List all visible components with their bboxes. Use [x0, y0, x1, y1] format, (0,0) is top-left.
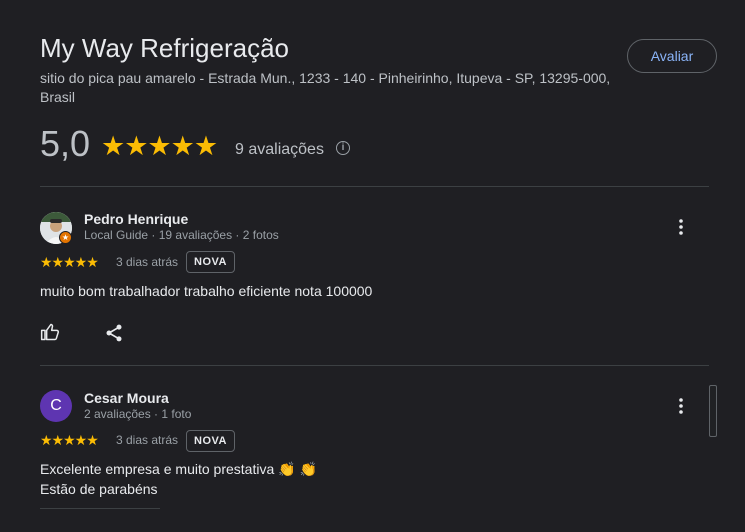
review-text: muito bom trabalhador trabalho eficiente… [40, 283, 373, 299]
reviewer-meta: 2 avaliações · 1 foto [84, 407, 192, 421]
review-date: 3 dias atrás [116, 255, 179, 269]
reviewer-name[interactable]: Cesar Moura [84, 390, 169, 406]
divider [40, 508, 160, 509]
avatar[interactable]: C [40, 390, 72, 422]
more-vert-icon [679, 398, 683, 414]
review-count-link[interactable]: 9 avaliações [235, 141, 324, 159]
new-badge: NOVA [186, 251, 235, 273]
thumb-up-icon [40, 323, 60, 341]
review-text-line: Excelente empresa e muito prestativa 👏 👏 [40, 461, 317, 477]
more-options-button[interactable] [669, 394, 693, 418]
place-address: sitio do pica pau amarelo - Estrada Mun.… [40, 70, 611, 105]
info-icon[interactable]: i [336, 141, 350, 155]
review-date: 3 dias atrás [116, 433, 179, 447]
reviewer-meta: Local Guide · 19 avaliações · 2 fotos [84, 228, 279, 242]
divider [40, 186, 709, 187]
place-title: My Way Refrigeração [40, 33, 289, 63]
rating-score: 5,0 [40, 123, 91, 164]
more-options-button[interactable] [669, 215, 693, 239]
share-icon [106, 324, 122, 342]
write-review-button[interactable]: Avaliar [627, 39, 717, 73]
new-badge: NOVA [186, 430, 235, 452]
like-button[interactable] [40, 322, 62, 344]
rating-stars: ★★★★★ [101, 131, 218, 161]
reviewer-name[interactable]: Pedro Henrique [84, 211, 188, 227]
scrollbar[interactable] [709, 385, 717, 437]
share-button[interactable] [104, 323, 126, 345]
review-stars: ★★★★★ [40, 254, 99, 270]
more-vert-icon [679, 219, 683, 235]
review-stars: ★★★★★ [40, 432, 99, 448]
review-text-line: Estão de parabéns [40, 481, 158, 497]
local-guide-badge-icon: ★ [59, 231, 72, 244]
divider [40, 365, 709, 366]
